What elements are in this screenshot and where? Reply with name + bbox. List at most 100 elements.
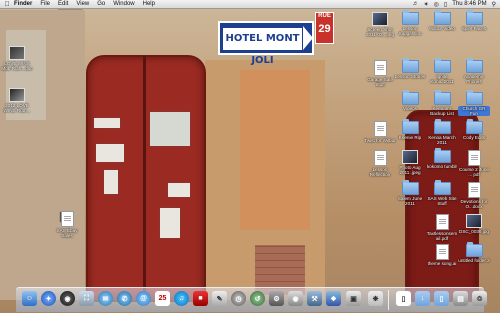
menu-finder[interactable]: Finder: [14, 1, 32, 7]
folder-icon: [465, 58, 483, 73]
desktop-icon-label: Salem June 2011: [397, 196, 423, 206]
menu-file[interactable]: File: [40, 1, 50, 7]
spotlight-icon[interactable]: ⚲: [492, 1, 496, 8]
image-capture-icon[interactable]: ▣: [346, 291, 361, 306]
apple-icon[interactable]: : [0, 1, 14, 8]
desktop-icon-label: Taxtlessonsemail.pdf: [426, 231, 458, 241]
documents-folder-icon[interactable]: ▯: [434, 291, 449, 306]
folder-icon: [433, 90, 451, 105]
desktop-icon-left-0[interactable]: LOVE WINS Mdb Ruth...doc: [1, 46, 33, 71]
desktop-icon-label: kokomo tumblr: [426, 164, 458, 169]
document-icon: [467, 150, 481, 166]
rue-label: RUE: [318, 13, 331, 19]
desktop-icon[interactable]: Devotions for O...docx: [458, 182, 490, 209]
menu-edit[interactable]: Edit: [58, 1, 68, 7]
door-paper-4: [168, 183, 190, 197]
desktop-icon-label: Academic Phones: [463, 74, 485, 84]
bluetooth-icon[interactable]: ✶: [424, 1, 429, 8]
folder-icon: [465, 242, 483, 257]
desktop-icon-label: Ignite Kona..2011: [430, 74, 454, 84]
desktop-icon-label: Twist for Wilbur: [364, 138, 396, 143]
wall-plaster: [240, 70, 310, 230]
trash-icon[interactable]: ♲: [472, 291, 487, 306]
safari-icon[interactable]: ✦: [41, 291, 56, 306]
desktop-icon-label: Keenie Rip: [398, 135, 422, 140]
desktop-icon-label: Lesson Suggestion: [398, 26, 422, 36]
door-paper-5: [160, 208, 180, 238]
desktop-icon[interactable]: theme song.ai: [426, 244, 458, 266]
dock: ☺ ✦ ◉ ⛶ ✉ ✆ @ 25 ♫ ■ ✎ ◷ ↺ ⚙ ◉ ⚒ ❖ ▣ ❋ ▯…: [16, 287, 487, 312]
time-machine-icon[interactable]: ↺: [250, 291, 265, 306]
desktop-icon[interactable]: Cody Edits: [458, 119, 490, 140]
menu-clock[interactable]: Thu 8:46 PM: [452, 1, 486, 7]
desktop-icon-left-2[interactable]: SAS Ebay Sales: [51, 211, 83, 238]
image-icon: [402, 150, 418, 164]
desktop-icon-label: Photo Aug 2011..jpeg: [399, 165, 421, 175]
document-icon[interactable]: ▯: [396, 291, 411, 306]
image-icon: [9, 88, 25, 102]
desktop-icon[interactable]: Keenie Rip: [394, 119, 426, 140]
menu-window[interactable]: Window: [113, 1, 134, 7]
desktop-icon-label: Keenan's Backup List: [430, 106, 454, 116]
desktop-icon[interactable]: DSC_0036.jpg: [458, 214, 490, 234]
stack-icon[interactable]: ▤: [453, 291, 468, 306]
desktop-icon[interactable]: Academic Phones: [458, 58, 490, 84]
image-icon: [9, 46, 25, 60]
battery-icon[interactable]: ▯: [444, 1, 447, 8]
rue-number: 29: [318, 23, 331, 35]
sign-arrow: [303, 26, 313, 50]
desktop-icon-left-1[interactable]: 2012 LOVE WINS Ruth...: [1, 88, 33, 113]
camera-icon[interactable]: ◉: [288, 291, 303, 306]
preview-icon[interactable]: ⛶: [79, 291, 94, 306]
desktop-icon[interactable]: Photo Aug 2011..jpeg: [394, 150, 426, 175]
desktop-icon[interactable]: kokomo tumblr: [426, 148, 458, 169]
finder-icon[interactable]: ☺: [22, 291, 37, 306]
folder-icon: [433, 180, 451, 195]
folder-icon: [401, 58, 419, 73]
menu-view[interactable]: View: [76, 1, 89, 7]
desktop-icon[interactable]: Lesson Suggestion: [394, 10, 426, 36]
menu-help[interactable]: Help: [143, 1, 155, 7]
desktop-icon[interactable]: Keenan's Backup List: [426, 90, 458, 116]
calendar-icon[interactable]: 25: [155, 291, 170, 306]
dashboard-icon[interactable]: ◉: [60, 291, 75, 306]
app-icon[interactable]: ❖: [326, 291, 341, 306]
desktop-icon[interactable]: Videos: [394, 90, 426, 111]
downloads-folder-icon[interactable]: ↓: [415, 291, 430, 306]
desktop-icon[interactable]: Course 2 June ... pdf: [458, 150, 490, 177]
door-paper-6: [104, 170, 118, 194]
desktop-icon[interactable]: Lesson Reflection: [364, 150, 396, 177]
ichat-icon[interactable]: ✆: [117, 291, 132, 306]
desktop-icon[interactable]: Salem June 2011: [394, 180, 426, 206]
desktop-icon[interactable]: Church GR Fun: [458, 90, 490, 116]
desktop-icon[interactable]: untitled folder 2: [458, 242, 490, 263]
photo-booth-icon[interactable]: ■: [193, 291, 208, 306]
mail-icon[interactable]: ✉: [98, 291, 113, 306]
address-book-icon[interactable]: @: [136, 291, 151, 306]
desktop-icon[interactable]: SAS Web Site Stuff: [426, 180, 458, 206]
desktop-icon[interactable]: Lesson Stories: [394, 58, 426, 79]
menu-go[interactable]: Go: [97, 1, 105, 7]
folder-icon: [401, 119, 419, 134]
wifi-icon[interactable]: ◎: [434, 1, 439, 8]
desktop-icon[interactable]: Kenoa March 2011: [426, 119, 458, 145]
desktop-icon[interactable]: Spirit Faces: [458, 10, 490, 31]
volume-icon[interactable]: ♬: [413, 1, 419, 7]
folder-icon: [433, 10, 451, 25]
desktop-icon[interactable]: Wilbur Video: [426, 10, 458, 31]
document-icon: [373, 60, 387, 76]
desktop-icon[interactable]: Taxtlessonsemail.pdf: [426, 214, 458, 241]
desktop-icon[interactable]: Garage Sale Stuff: [364, 60, 396, 87]
desktop-icon-label: untitled folder 2: [458, 258, 490, 263]
clock-icon[interactable]: ◷: [231, 291, 246, 306]
desktop-icon[interactable]: Twist for Wilbur: [364, 121, 396, 143]
system-preferences-icon[interactable]: ⚙: [269, 291, 284, 306]
desktop-icon[interactable]: Screen Shot 2011-03...png: [364, 12, 396, 37]
folder-icon: [401, 180, 419, 195]
desktop-icon[interactable]: Ignite Kona..2011: [426, 58, 458, 84]
photos-icon[interactable]: ❋: [368, 291, 383, 306]
pencil-icon[interactable]: ✎: [212, 291, 227, 306]
folder-icon: [465, 10, 483, 25]
itunes-icon[interactable]: ♫: [174, 291, 189, 306]
utility-icon[interactable]: ⚒: [307, 291, 322, 306]
